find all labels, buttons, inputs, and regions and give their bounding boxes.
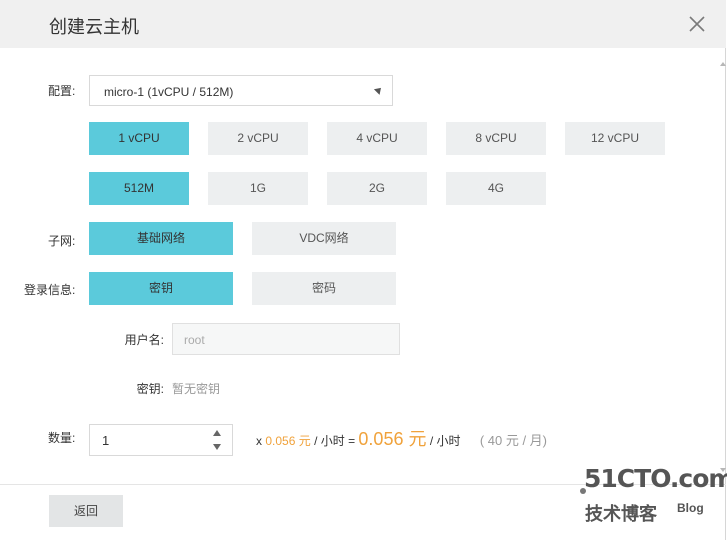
username-input[interactable]: root xyxy=(172,323,400,355)
login-label: 登录信息: xyxy=(24,283,76,297)
monthly-price: ( 40 元 / 月) xyxy=(479,433,548,448)
subnet-option-vdc[interactable]: VDC网络 xyxy=(252,222,396,255)
login-option-password[interactable]: 密码 xyxy=(252,272,396,305)
key-value: 暂无密钥 xyxy=(172,382,221,396)
close-icon[interactable] xyxy=(688,15,706,33)
price-summary: x 0.056 元 / 小时 = 0.056 元 / 小时 ( 40 元 / 月… xyxy=(256,425,547,449)
mem-option-512m[interactable]: 512M xyxy=(89,172,189,205)
quantity-label: 数量: xyxy=(48,431,76,445)
config-select-value: micro-1 (1vCPU / 512M) xyxy=(104,85,234,99)
chevron-down-icon xyxy=(373,85,384,95)
scroll-up-arrow-icon[interactable] xyxy=(720,62,726,66)
subnet-label: 子网: xyxy=(48,234,76,248)
mem-option-2g[interactable]: 2G xyxy=(327,172,427,205)
per-hour-label-2: / 小时 xyxy=(429,434,461,448)
key-label: 密钥: xyxy=(136,382,164,396)
decrement-arrow-icon[interactable] xyxy=(209,441,225,454)
unit-price: 0.056 元 xyxy=(265,434,311,448)
watermark-blog: Blog xyxy=(677,501,704,515)
cpu-option-12[interactable]: 12 vCPU xyxy=(565,122,665,155)
watermark-site: 51CTO.com xyxy=(584,464,727,493)
subnet-option-basic[interactable]: 基础网络 xyxy=(89,222,233,255)
mem-option-1g[interactable]: 1G xyxy=(208,172,308,205)
increment-arrow-icon[interactable] xyxy=(209,427,225,440)
cpu-option-2[interactable]: 2 vCPU xyxy=(208,122,308,155)
username-label: 用户名: xyxy=(124,333,164,347)
per-hour-label: / 小时 = xyxy=(314,434,356,448)
price-prefix: x xyxy=(256,434,262,448)
config-select[interactable]: micro-1 (1vCPU / 512M) xyxy=(89,75,393,106)
cpu-option-1[interactable]: 1 vCPU xyxy=(89,122,189,155)
cpu-option-4[interactable]: 4 vCPU xyxy=(327,122,427,155)
watermark: 51CTO.com 技术博客 Blog xyxy=(580,462,727,528)
quantity-stepper[interactable]: 1 xyxy=(89,424,233,456)
create-cloud-host-dialog: 创建云主机 配置: micro-1 (1vCPU / 512M) 1 vCPU … xyxy=(0,0,727,540)
total-price: 0.056 元 xyxy=(358,429,427,449)
username-placeholder: root xyxy=(184,333,205,347)
watermark-tagline: 技术博客 xyxy=(585,504,657,524)
mem-option-4g[interactable]: 4G xyxy=(446,172,546,205)
scrollbar[interactable] xyxy=(718,50,726,480)
login-option-key[interactable]: 密钥 xyxy=(89,272,233,305)
back-button[interactable]: 返回 xyxy=(49,495,123,527)
cpu-option-8[interactable]: 8 vCPU xyxy=(446,122,546,155)
config-label: 配置: xyxy=(48,84,76,98)
dialog-header: 创建云主机 xyxy=(0,0,726,48)
dialog-title: 创建云主机 xyxy=(49,17,139,37)
quantity-value[interactable]: 1 xyxy=(102,433,109,448)
